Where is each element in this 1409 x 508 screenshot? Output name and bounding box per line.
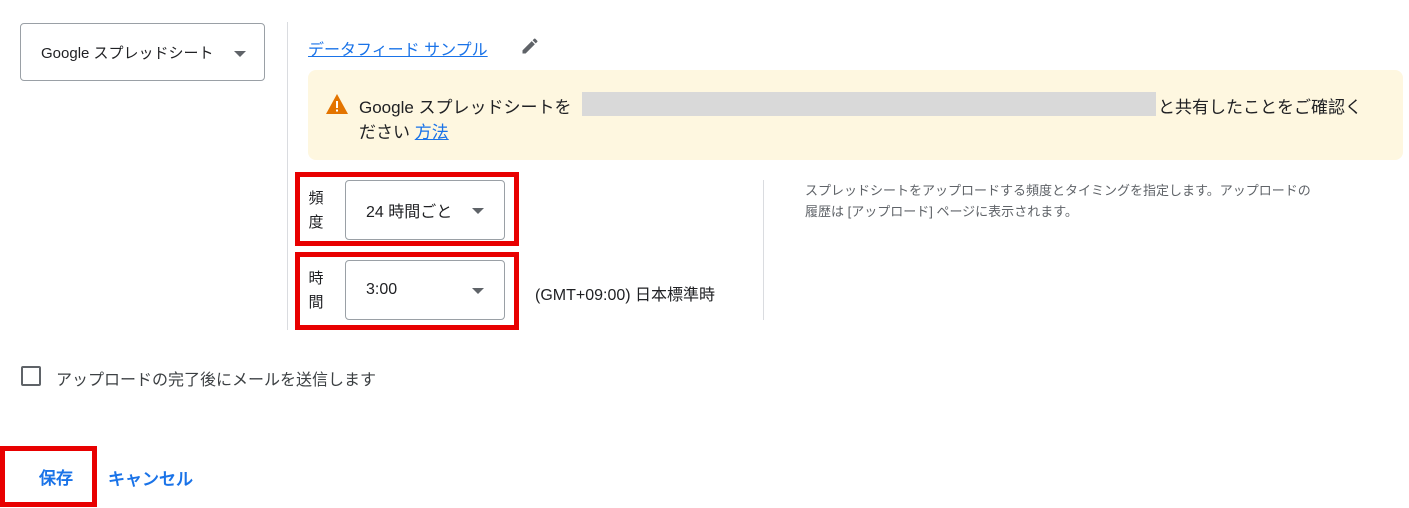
frequency-value: 24 時間ごと (366, 204, 453, 221)
source-select[interactable]: Google スプレッドシート (20, 23, 265, 81)
warning-icon (325, 93, 349, 115)
source-select-value: Google スプレッドシート (41, 44, 214, 62)
schedule-help-text: スプレッドシートをアップロードする頻度とタイミングを指定します。アップロードの … (805, 180, 1403, 222)
help-line-2: 履歴は [アップロード] ページに表示されます。 (805, 204, 1078, 219)
caret-down-icon (472, 288, 484, 294)
right-divider (763, 180, 764, 320)
banner-text-tail: ださい (359, 123, 410, 142)
how-to-link[interactable]: 方法 (415, 123, 449, 142)
frequency-select[interactable]: 24 時間ごと (345, 180, 505, 240)
banner-text-start: Google スプレッドシートを (359, 98, 572, 117)
email-notify-label[interactable]: アップロードの完了後にメールを送信します (56, 366, 376, 390)
cancel-button[interactable]: キャンセル (108, 465, 193, 490)
time-select[interactable]: 3:00 (345, 260, 505, 320)
redacted-email (582, 92, 1156, 116)
pencil-icon[interactable] (520, 36, 540, 56)
feed-name-link[interactable]: データフィード サンプル (308, 36, 488, 60)
time-label: 時間 (308, 270, 324, 311)
frequency-label: 頻度 (308, 190, 324, 231)
save-button[interactable]: 保存 (22, 456, 90, 496)
time-value: 3:00 (366, 281, 398, 298)
help-line-1: スプレッドシートをアップロードする頻度とタイミングを指定します。アップロードの (805, 183, 1311, 198)
left-divider (287, 22, 288, 330)
caret-down-icon (472, 208, 484, 214)
banner-text-line2: ださい 方法 (359, 118, 449, 143)
timezone-label: (GMT+09:00) 日本標準時 (535, 287, 716, 304)
banner-text-end: と共有したことをご確認く (1158, 98, 1362, 117)
email-notify-checkbox[interactable] (21, 366, 41, 386)
caret-down-icon (234, 51, 246, 57)
